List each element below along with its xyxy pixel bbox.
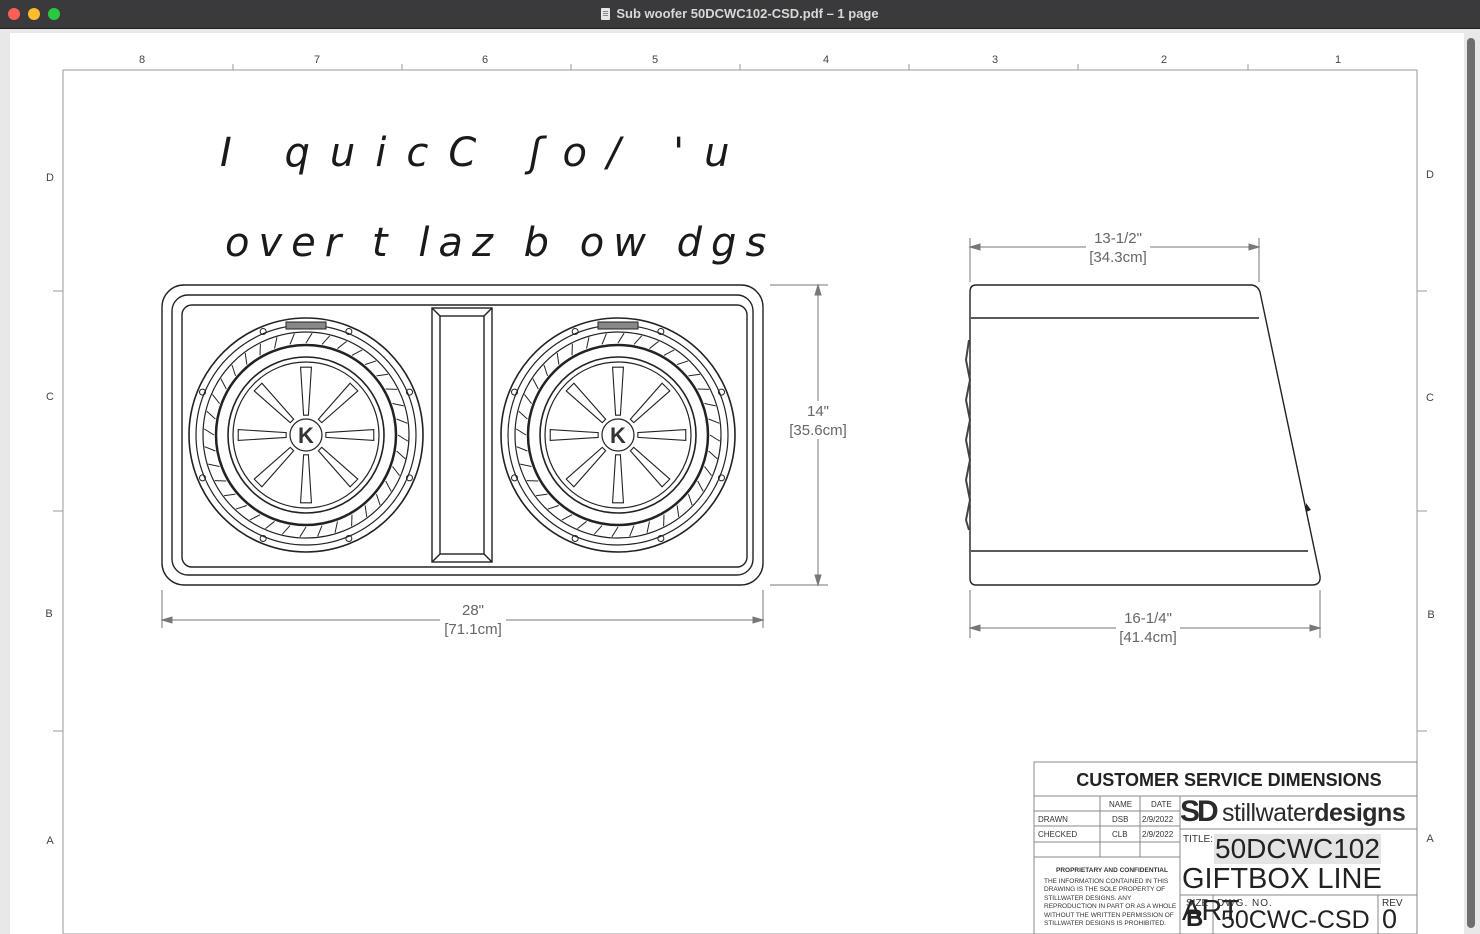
pdf-document-icon bbox=[601, 8, 611, 20]
zone-row-b-left: B bbox=[45, 608, 52, 620]
confidential-notice: PROPRIETARY AND CONFIDENTIAL THE INFORMA… bbox=[1044, 867, 1180, 929]
front-view-enclosure bbox=[161, 284, 764, 586]
zone-col-7: 7 bbox=[314, 54, 320, 66]
confidential-heading: PROPRIETARY AND CONFIDENTIAL bbox=[1056, 867, 1168, 874]
confidential-text: THE INFORMATION CONTAINED IN THIS DRAWIN… bbox=[1044, 877, 1177, 928]
dwg-no-value: 50CWC-CSD bbox=[1221, 906, 1370, 934]
logo-text-bold: designs bbox=[1314, 799, 1406, 827]
side-top-imperial: 13-1/2" bbox=[1094, 230, 1142, 247]
drawn-name: DSB bbox=[1112, 815, 1129, 824]
col-name-header: NAME bbox=[1109, 800, 1133, 809]
zone-row-c-left: C bbox=[46, 391, 54, 403]
woofer-group: KK bbox=[188, 317, 736, 553]
stillwater-designs-logo: SD stillwaterdesigns bbox=[1180, 796, 1420, 828]
zone-col-6: 6 bbox=[482, 54, 488, 66]
checked-name: CLB bbox=[1112, 830, 1128, 839]
woofer-2: K bbox=[500, 317, 736, 553]
checked-date: 2/9/2022 bbox=[1142, 830, 1174, 839]
woofer-logo-1: K bbox=[298, 423, 314, 448]
size-value: B bbox=[1186, 905, 1204, 932]
drawn-label: DRAWN bbox=[1038, 815, 1068, 824]
checked-label: CHECKED bbox=[1038, 830, 1078, 839]
zone-row-c-right: C bbox=[1426, 392, 1434, 404]
drawn-date: 2/9/2022 bbox=[1142, 815, 1174, 824]
handwriting-line-2: over t laz b ow dgs bbox=[225, 220, 775, 266]
rev-value: 0 bbox=[1382, 904, 1398, 934]
side-view-enclosure bbox=[969, 284, 1321, 586]
logo-text-light: stillwater bbox=[1222, 799, 1315, 827]
zone-col-5: 5 bbox=[652, 54, 658, 66]
title-line-1: 50DCWC102 bbox=[1214, 833, 1381, 864]
woofer-1: K bbox=[188, 317, 424, 553]
zone-col-3: 3 bbox=[992, 54, 998, 66]
logo-wordmark: stillwaterdesigns bbox=[1222, 798, 1406, 828]
zone-col-1: 1 bbox=[1335, 54, 1341, 66]
handwriting-line-1: I quicC ʃo/ 'u bbox=[220, 130, 749, 176]
window-title: Sub woofer 50DCWC102-CSD.pdf – 1 page bbox=[0, 0, 1480, 28]
pdf-page: 8 7 6 5 4 3 2 1 D C B A D C B A I quicC … bbox=[10, 33, 1464, 934]
zone-row-a-left: A bbox=[46, 835, 54, 847]
woofer-logo-2: K bbox=[610, 423, 626, 448]
side-top-metric: [34.3cm] bbox=[1089, 249, 1147, 266]
zone-row-b-right: B bbox=[1427, 609, 1434, 621]
title-label: TITLE: bbox=[1183, 834, 1214, 845]
front-height-imperial: 14" bbox=[807, 403, 829, 420]
title-block: CUSTOMER SERVICE DIMENSIONS NAME DATE DR… bbox=[1034, 762, 1418, 934]
zone-col-4: 4 bbox=[823, 54, 829, 66]
pdf-viewer[interactable]: 8 7 6 5 4 3 2 1 D C B A D C B A I quicC … bbox=[0, 29, 1480, 934]
front-width-imperial: 28" bbox=[462, 602, 484, 619]
front-width-metric: [71.1cm] bbox=[444, 621, 502, 638]
zone-col-8: 8 bbox=[139, 54, 145, 66]
zone-col-2: 2 bbox=[1161, 54, 1167, 66]
logo-mark: SD bbox=[1180, 795, 1219, 828]
side-bottom-imperial: 16-1/4" bbox=[1124, 610, 1172, 627]
window-titlebar: Sub woofer 50DCWC102-CSD.pdf – 1 page bbox=[0, 0, 1480, 29]
zone-row-d-left: D bbox=[46, 172, 54, 184]
front-height-metric: [35.6cm] bbox=[789, 422, 847, 439]
side-bottom-metric: [41.4cm] bbox=[1119, 629, 1177, 646]
col-date-header: DATE bbox=[1151, 800, 1172, 809]
zone-row-d-right: D bbox=[1426, 169, 1434, 181]
title-block-heading: CUSTOMER SERVICE DIMENSIONS bbox=[1076, 770, 1382, 790]
window-title-text: Sub woofer 50DCWC102-CSD.pdf – 1 page bbox=[616, 6, 879, 21]
vertical-scrollbar[interactable] bbox=[1467, 38, 1475, 928]
zone-row-a-right: A bbox=[1426, 833, 1434, 845]
